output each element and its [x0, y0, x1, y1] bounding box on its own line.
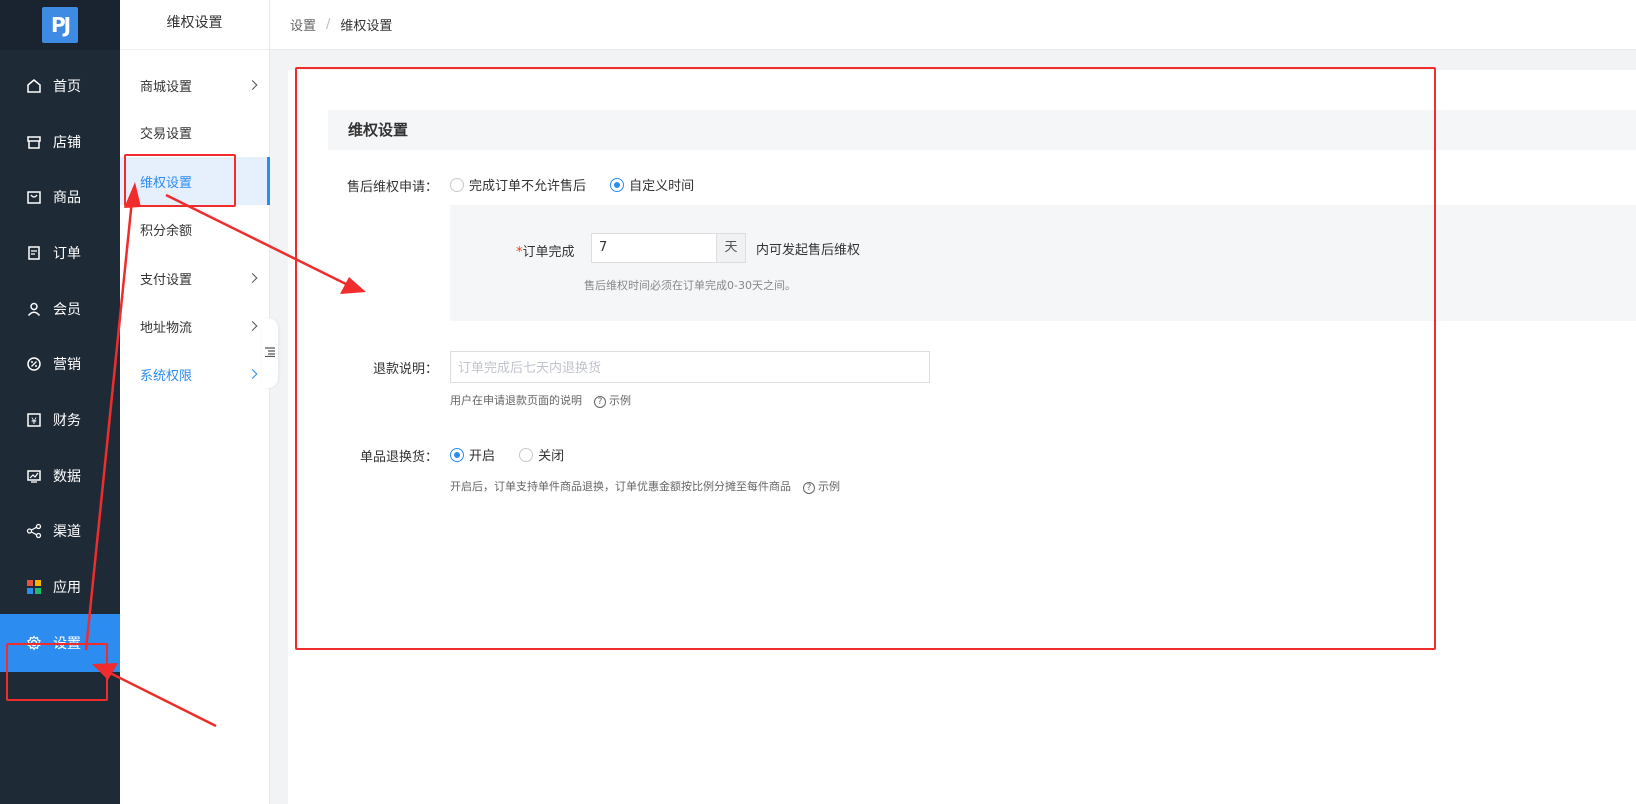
- nav-item-channel[interactable]: 渠道: [0, 502, 120, 560]
- nav-item-home[interactable]: 首页: [0, 57, 120, 115]
- nav-item-store[interactable]: 店铺: [0, 113, 120, 171]
- sub-item-system-permissions[interactable]: 系统权限: [120, 350, 270, 398]
- nav-label: 会员: [53, 302, 81, 318]
- nav-label: 首页: [53, 79, 81, 95]
- apps-icon: [25, 578, 43, 596]
- sub-item-label: 支付设置: [140, 272, 193, 288]
- sub-item-label: 商城设置: [140, 79, 193, 95]
- order-icon: [25, 244, 43, 262]
- nav-item-marketing[interactable]: 营销: [0, 335, 120, 393]
- bag-icon: [25, 188, 43, 206]
- sub-item-label: 交易设置: [140, 126, 193, 142]
- sub-item-address-logistics[interactable]: 地址物流: [120, 302, 270, 350]
- logo[interactable]: PJ: [42, 7, 78, 43]
- chevron-right-icon: [247, 80, 258, 90]
- nav-label: 应用: [53, 580, 81, 596]
- store-icon: [25, 133, 43, 151]
- sub-item-trade-settings[interactable]: 交易设置: [120, 108, 270, 156]
- user-icon: [25, 300, 43, 318]
- sub-nav: 维权设置 商城设置 交易设置 维权设置 积分余额 支付设置 地址物流 系统权限: [120, 0, 270, 804]
- nav-item-goods[interactable]: 商品: [0, 168, 120, 226]
- nav-item-finance[interactable]: ¥ 财务: [0, 391, 120, 449]
- sub-item-label: 系统权限: [140, 368, 193, 384]
- collapse-toggle[interactable]: [262, 318, 278, 388]
- annotation-box-main: [295, 67, 1436, 650]
- chevron-right-icon: [247, 369, 258, 379]
- nav-item-order[interactable]: 订单: [0, 224, 120, 282]
- sub-item-payment-settings[interactable]: 支付设置: [120, 254, 270, 302]
- breadcrumb-separator: /: [326, 17, 331, 32]
- nav-label: 财务: [53, 413, 81, 429]
- nav-label: 店铺: [53, 135, 81, 151]
- nav-item-apps[interactable]: 应用: [0, 558, 120, 616]
- annotation-box-subnav: [124, 154, 236, 207]
- sub-item-label: 积分余额: [140, 223, 193, 239]
- sub-item-label: 地址物流: [140, 320, 193, 336]
- nav-label: 订单: [53, 246, 81, 262]
- chevron-right-icon: [247, 321, 258, 331]
- share-icon: [25, 522, 43, 540]
- nav-item-member[interactable]: 会员: [0, 280, 120, 338]
- chevron-right-icon: [247, 273, 258, 283]
- nav-item-data[interactable]: 数据: [0, 447, 120, 505]
- marketing-icon: [25, 355, 43, 373]
- breadcrumb-current: 维权设置: [340, 19, 393, 34]
- chart-icon: [25, 467, 43, 485]
- svg-text:¥: ¥: [31, 417, 37, 427]
- sub-nav-title: 维权设置: [120, 0, 269, 50]
- logo-area: PJ: [0, 0, 120, 50]
- sub-item-points-balance[interactable]: 积分余额: [120, 205, 270, 253]
- nav-label: 渠道: [53, 524, 81, 540]
- list-indent-icon: [265, 346, 275, 360]
- sub-item-mall-settings[interactable]: 商城设置: [120, 61, 270, 109]
- nav-label: 商品: [53, 190, 81, 206]
- breadcrumb-root[interactable]: 设置: [290, 15, 316, 34]
- home-icon: [25, 77, 43, 95]
- annotation-box-settings: [6, 643, 108, 701]
- breadcrumb: 设置 / 维权设置: [270, 0, 1636, 50]
- nav-label: 营销: [53, 357, 81, 373]
- yen-icon: ¥: [25, 411, 43, 429]
- nav-label: 数据: [53, 469, 81, 485]
